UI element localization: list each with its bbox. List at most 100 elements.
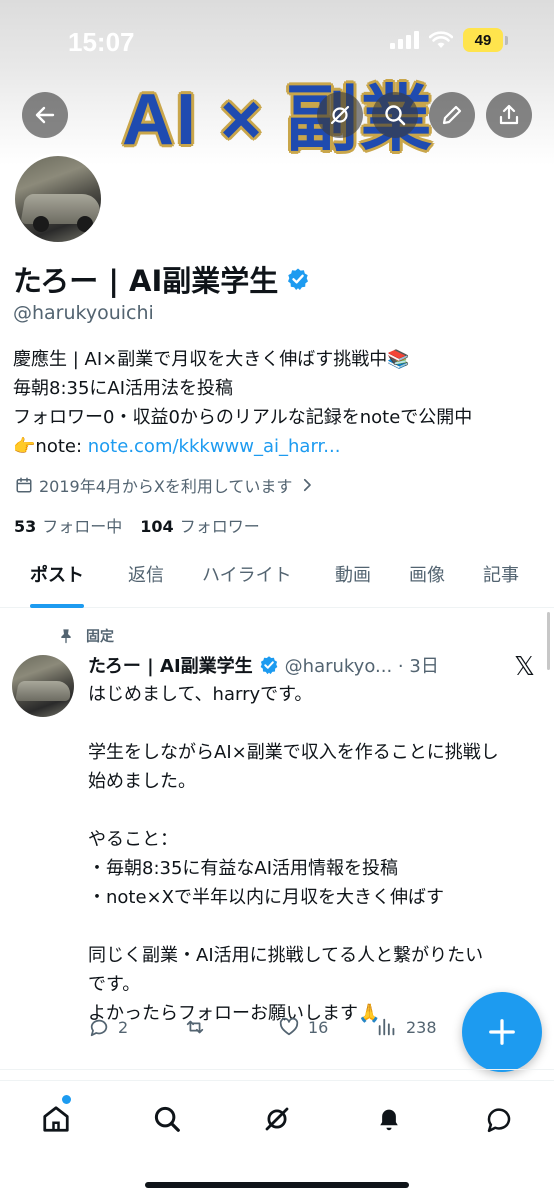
pinned-label: 固定	[86, 629, 114, 645]
status-time: 15:07	[68, 27, 135, 57]
tab-articles[interactable]: 記事	[483, 558, 519, 608]
chevron-right-icon	[304, 478, 312, 492]
home-icon	[43, 1106, 69, 1132]
profile-bio: 慶應生 | AI×副業で月収を大きく伸ばす挑戦中📚 毎朝8:35にAI活用法を投…	[13, 345, 549, 461]
repost-icon	[186, 1020, 204, 1034]
view-count: 238	[406, 1017, 437, 1037]
scrollbar[interactable]	[547, 612, 550, 670]
nav-messages[interactable]	[479, 1099, 519, 1139]
tab-label: ポスト	[30, 565, 84, 586]
joined-date[interactable]: 2019年4月からXを利用しています	[15, 473, 316, 497]
post-line	[88, 912, 548, 941]
display-name-row: たろー | AI副業学生	[13, 258, 310, 300]
share-button[interactable]	[486, 92, 532, 138]
tab-active-indicator	[30, 604, 84, 608]
post-line: ・毎朝8:35に有益なAI活用情報を投稿	[88, 858, 399, 879]
tab-label: 記事	[483, 565, 519, 586]
post-avatar[interactable]	[12, 655, 74, 717]
signal-icon	[390, 31, 419, 49]
post-line: です。	[88, 974, 141, 995]
x-logo-icon: 𝕏	[514, 652, 535, 682]
like-count: 16	[308, 1017, 329, 1037]
heart-icon	[279, 1017, 299, 1036]
calendar-icon	[16, 477, 32, 493]
bio-line: フォロワー0・収益0からのリアルな記録をnoteで公開中	[13, 407, 473, 428]
battery-cap	[505, 35, 508, 45]
like-button[interactable]: 16	[278, 1016, 328, 1038]
repost-button[interactable]	[184, 1016, 206, 1038]
pinned-indicator: 固定	[58, 626, 114, 646]
post-line	[88, 796, 548, 825]
tab-label: ハイライト	[202, 565, 292, 586]
following-link[interactable]: 53 フォロー中	[14, 513, 122, 537]
following-label: フォロー中	[42, 517, 123, 536]
followers-label: フォロワー	[179, 517, 260, 536]
reply-icon	[90, 1019, 108, 1037]
profile-avatar[interactable]	[12, 153, 104, 245]
reply-button[interactable]: 2	[88, 1016, 128, 1038]
plus-icon	[489, 1019, 515, 1045]
search-button[interactable]	[372, 92, 418, 138]
grok-icon	[330, 105, 350, 125]
post-divider	[0, 1069, 554, 1070]
verified-badge-icon	[259, 655, 279, 675]
followers-count: 104	[140, 517, 174, 536]
tab-videos[interactable]: 動画	[335, 558, 371, 608]
tab-posts[interactable]: ポスト	[30, 558, 84, 608]
avatar-wheel	[33, 216, 49, 232]
following-count: 53	[14, 517, 37, 536]
pin-icon	[61, 629, 71, 644]
tab-label: 動画	[335, 565, 371, 586]
chat-bubble-icon	[487, 1108, 511, 1133]
grok-icon	[265, 1107, 289, 1131]
bio-link[interactable]: note.com/kkkwww_ai_harr...	[88, 436, 341, 457]
avatar-car-shape	[15, 681, 73, 701]
search-icon	[385, 105, 406, 126]
edit-button[interactable]	[429, 92, 475, 138]
tab-replies[interactable]: 返信	[128, 558, 164, 608]
search-icon	[154, 1106, 180, 1132]
back-arrow-icon	[35, 106, 55, 124]
nav-home[interactable]	[36, 1099, 76, 1139]
display-name: たろー | AI副業学生	[13, 264, 279, 298]
grok-button[interactable]	[317, 92, 363, 138]
post-line: 始めました。	[88, 771, 196, 792]
post-handle-time: @harukyo... · 3日	[284, 656, 439, 677]
post-line: 同じく副業・AI活用に挑戦してる人と繋がりたい	[88, 945, 484, 966]
tab-label: 返信	[128, 565, 164, 586]
post-author-name[interactable]: たろー | AI副業学生	[88, 652, 253, 678]
post-line	[88, 709, 548, 738]
verified-badge-icon[interactable]	[286, 267, 310, 291]
bio-line: 毎朝8:35にAI活用法を投稿	[13, 378, 234, 399]
compose-button[interactable]	[462, 992, 542, 1072]
joined-text: 2019年4月からXを利用しています	[39, 477, 293, 496]
tab-images[interactable]: 画像	[409, 558, 445, 608]
nav-grok[interactable]	[257, 1099, 297, 1139]
post-actions: 2 16 238	[88, 1016, 468, 1040]
home-indicator[interactable]	[145, 1182, 409, 1188]
post-line: やること：	[88, 829, 178, 850]
bio-link-prefix: 👉note:	[13, 436, 88, 457]
nav-notifications[interactable]	[369, 1099, 409, 1139]
status-icons: 49	[390, 28, 508, 52]
views-button[interactable]: 238	[376, 1016, 437, 1038]
tab-highlights[interactable]: ハイライト	[202, 558, 292, 608]
home-notification-dot	[62, 1095, 71, 1104]
bell-icon	[380, 1109, 398, 1131]
post-line: 学生をしながらAI×副業で収入を作ることに挑戦し	[88, 742, 499, 763]
back-button[interactable]	[22, 92, 68, 138]
bio-link-line: 👉note: note.com/kkkwww_ai_harr...	[13, 432, 549, 461]
bio-line: 慶應生 | AI×副業で月収を大きく伸ばす挑戦中📚	[13, 349, 410, 370]
profile-handle: @harukyouichi	[13, 302, 154, 324]
battery-indicator: 49	[463, 28, 503, 52]
avatar-wheel	[77, 216, 93, 232]
views-chart-icon	[378, 1018, 395, 1036]
followers-link[interactable]: 104 フォロワー	[140, 513, 259, 537]
post-header: たろー | AI副業学生 @harukyo... · 3日	[88, 652, 439, 678]
reply-count: 2	[118, 1017, 129, 1037]
share-icon	[499, 104, 519, 125]
nav-search[interactable]	[147, 1099, 187, 1139]
post-text: はじめまして、harryです。 学生をしながらAI×副業で収入を作ることに挑戦し…	[88, 680, 548, 1028]
follow-stats: 53 フォロー中 104 フォロワー	[14, 513, 260, 537]
wifi-icon	[429, 31, 453, 48]
